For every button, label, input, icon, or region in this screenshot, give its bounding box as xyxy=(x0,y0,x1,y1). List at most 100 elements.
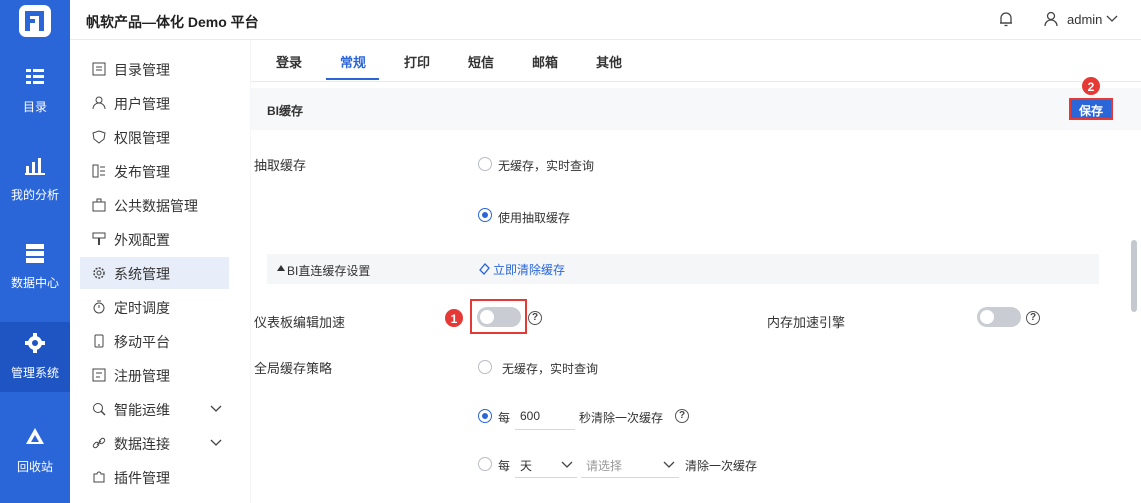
user-icon xyxy=(92,96,106,110)
collapse-triangle-icon[interactable] xyxy=(277,265,285,271)
vertical-scrollbar[interactable] xyxy=(1131,240,1137,312)
day-value-select[interactable]: 请选择 xyxy=(581,452,679,478)
help-icon[interactable]: ? xyxy=(528,311,542,325)
sidebar-item-label: 用户管理 xyxy=(114,96,170,112)
extract-cache-none-label[interactable]: 无缓存，实时查询 xyxy=(498,157,594,174)
sidebar-item-data-connection[interactable]: 数据连接 xyxy=(80,427,229,459)
app-rail: 目录 我的分析 数据中心 管理系统 回收站 xyxy=(0,0,70,503)
chevron-down-icon[interactable] xyxy=(210,404,222,414)
sidebar-item-label: 发布管理 xyxy=(114,164,170,180)
memory-engine-toggle[interactable] xyxy=(977,307,1021,327)
extract-cache-use-radio[interactable] xyxy=(478,208,492,222)
rail-item-datacenter[interactable]: 数据中心 xyxy=(0,242,70,314)
mobile-icon xyxy=(94,334,104,348)
sidebar-item-catalog[interactable]: 目录管理 xyxy=(80,53,229,85)
sidebar-item-permissions[interactable]: 权限管理 xyxy=(80,121,229,153)
gear-icon xyxy=(93,267,105,279)
sidebar-item-publish[interactable]: 发布管理 xyxy=(80,155,229,187)
sidebar-item-maintenance[interactable]: 智能运维 xyxy=(80,393,229,425)
rail-label: 我的分析 xyxy=(10,188,59,202)
tab-sms[interactable]: 短信 xyxy=(468,52,494,71)
sidebar-item-plugins[interactable]: 插件管理 xyxy=(80,461,229,493)
tab-print[interactable]: 打印 xyxy=(404,52,430,71)
dashboard-accel-toggle[interactable] xyxy=(477,307,521,327)
rail-item-catalog[interactable]: 目录 xyxy=(0,66,70,138)
admin-sidebar: 目录管理 用户管理 权限管理 发布管理 公共数据管理 外观配置 系统管理 定时调… xyxy=(70,40,250,503)
list-icon xyxy=(92,62,106,76)
help-icon[interactable]: ? xyxy=(675,409,689,423)
sidebar-item-label: 公共数据管理 xyxy=(114,198,198,214)
publish-icon xyxy=(92,164,105,178)
callout-badge-1: 1 xyxy=(444,308,464,328)
policy-seconds-radio[interactable] xyxy=(478,409,492,423)
clock-icon xyxy=(93,300,105,314)
direct-cache-section[interactable]: BI直连缓存设置 立即清除缓存 xyxy=(267,254,1099,284)
sidebar-item-schedule[interactable]: 定时调度 xyxy=(80,291,229,323)
seconds-input[interactable]: 600 xyxy=(515,404,575,430)
shield-icon xyxy=(92,130,106,144)
tab-other[interactable]: 其他 xyxy=(596,52,622,71)
section-title: BI缓存 xyxy=(267,104,304,118)
rail-label: 数据中心 xyxy=(10,276,59,290)
sidebar-item-label: 权限管理 xyxy=(114,130,170,146)
chart-icon xyxy=(25,158,45,175)
tab-email[interactable]: 邮箱 xyxy=(532,52,558,71)
sidebar-item-label: 外观配置 xyxy=(114,232,170,248)
sidebar-item-label: 移动平台 xyxy=(114,334,170,350)
sidebar-item-label: 定时调度 xyxy=(114,300,170,316)
top-header: 帆软产品—体化 Demo 平台 admin xyxy=(70,0,1141,40)
help-icon[interactable]: ? xyxy=(1026,311,1040,325)
rail-item-recycle[interactable]: 回收站 xyxy=(0,426,70,498)
user-name[interactable]: admin xyxy=(1067,12,1102,27)
user-icon[interactable] xyxy=(1044,11,1058,27)
policy-none-radio[interactable] xyxy=(478,360,492,374)
active-tab-indicator xyxy=(326,78,379,80)
global-policy-label: 全局缓存策略 xyxy=(254,361,333,376)
app-title: 帆软产品—体化 Demo 平台 xyxy=(86,14,259,30)
sidebar-item-users[interactable]: 用户管理 xyxy=(80,87,229,119)
extract-cache-label: 抽取缓存 xyxy=(254,158,307,173)
bell-icon[interactable] xyxy=(998,11,1014,27)
sidebar-item-appearance[interactable]: 外观配置 xyxy=(80,223,229,255)
dashboard-accel-label: 仪表板编辑加速 xyxy=(254,315,346,330)
gear-icon xyxy=(25,333,45,353)
policy-seconds-prefix: 每 xyxy=(498,411,511,425)
database-icon xyxy=(26,244,44,263)
eraser-icon[interactable] xyxy=(478,262,491,275)
chevron-down-icon xyxy=(561,461,573,468)
sidebar-item-label: 系统管理 xyxy=(114,266,170,282)
sidebar-item-label: 注册管理 xyxy=(114,368,170,384)
sidebar-item-label: 目录管理 xyxy=(114,62,170,78)
sidebar-item-public-data[interactable]: 公共数据管理 xyxy=(80,189,229,221)
fanruan-logo xyxy=(19,5,51,37)
day-value-placeholder: 请选择 xyxy=(586,459,623,473)
clear-cache-link[interactable]: 立即清除缓存 xyxy=(493,261,565,278)
register-icon xyxy=(92,368,106,382)
catalog-icon xyxy=(26,69,44,84)
day-unit-select[interactable]: 天 xyxy=(515,452,577,478)
rail-item-admin[interactable]: 管理系统 xyxy=(0,322,70,392)
rail-label: 回收站 xyxy=(16,460,53,474)
tab-general[interactable]: 常规 xyxy=(340,52,366,71)
chevron-down-icon[interactable] xyxy=(210,438,222,448)
sidebar-item-system[interactable]: 系统管理 xyxy=(80,257,229,289)
briefcase-icon xyxy=(92,198,106,212)
sidebar-item-register[interactable]: 注册管理 xyxy=(80,359,229,391)
recycle-icon xyxy=(26,428,44,444)
rail-label: 目录 xyxy=(22,100,47,114)
save-button[interactable]: 保存 xyxy=(1069,98,1113,120)
sidebar-item-label: 数据连接 xyxy=(114,436,170,452)
day-unit-value: 天 xyxy=(520,459,533,473)
rail-item-analysis[interactable]: 我的分析 xyxy=(0,154,70,226)
extract-cache-use-label[interactable]: 使用抽取缓存 xyxy=(498,209,570,226)
sidebar-item-label: 插件管理 xyxy=(114,470,170,486)
puzzle-icon xyxy=(93,471,105,483)
chevron-down-icon[interactable] xyxy=(1106,14,1118,24)
policy-none-label[interactable]: 无缓存，实时查询 xyxy=(502,360,598,377)
extract-cache-none-radio[interactable] xyxy=(478,157,492,171)
tab-login[interactable]: 登录 xyxy=(276,52,302,71)
sidebar-item-mobile[interactable]: 移动平台 xyxy=(80,325,229,357)
policy-seconds-suffix: 秒清除一次缓存 xyxy=(579,411,664,425)
settings-panel: 登录 常规 打印 短信 邮箱 其他 BI缓存 保存 2 抽取缓存 无缓存，实时查… xyxy=(251,40,1141,503)
policy-day-radio[interactable] xyxy=(478,457,492,471)
